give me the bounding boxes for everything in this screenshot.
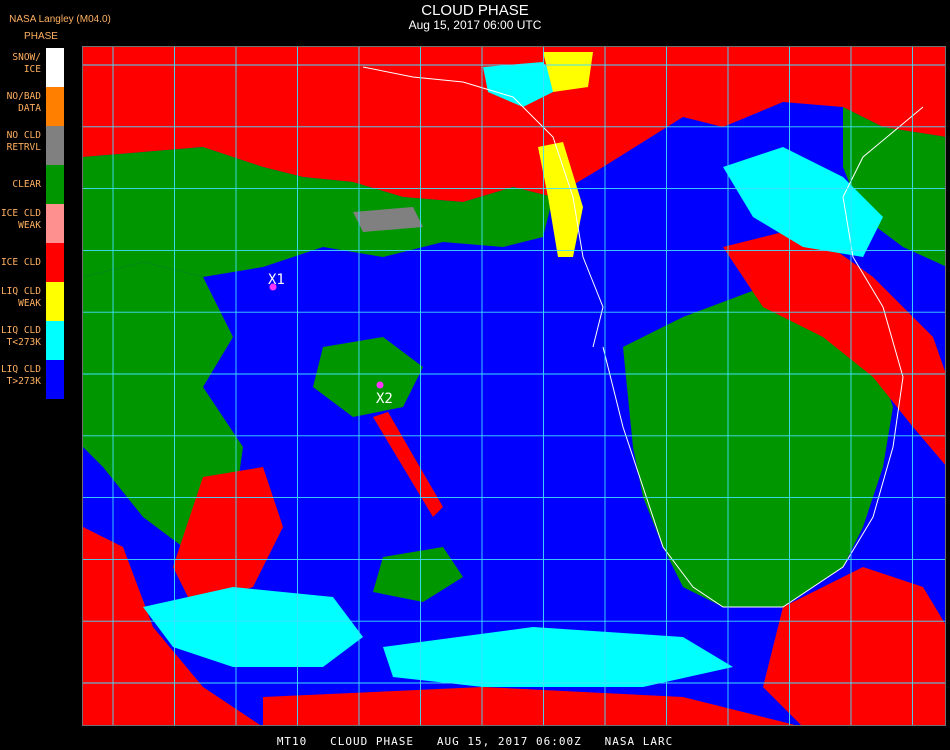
legend-item-no-cloud-retrieval: NO CLD RETRVL xyxy=(0,126,66,165)
legend-item-snow-ice: SNOW/ ICE xyxy=(0,48,66,87)
legend-swatch xyxy=(46,165,64,204)
marker-x2-dot xyxy=(376,381,384,389)
legend-label: ICE CLD WEAK xyxy=(0,208,41,231)
legend-item-liquid-cloud-cold: LIQ CLD T<273K xyxy=(0,321,66,360)
legend-swatch xyxy=(46,282,64,321)
marker-x1-label: X1 xyxy=(268,272,285,288)
legend-label: CLEAR xyxy=(12,179,41,190)
legend-label: NO/BAD DATA xyxy=(6,91,41,114)
legend-item-ice-cloud-weak: ICE CLD WEAK xyxy=(0,204,66,243)
marker-x1[interactable]: X1 xyxy=(268,272,285,291)
map-subtitle: Aug 15, 2017 06:00 UTC xyxy=(408,18,542,32)
legend-label: ICE CLD xyxy=(0,257,41,268)
legend-label: LIQ CLD WEAK xyxy=(0,286,41,309)
legend-swatch xyxy=(46,321,64,360)
legend-swatch xyxy=(46,360,64,399)
legend-item-liquid-cloud-warm: LIQ CLD T>273K xyxy=(0,360,66,399)
marker-x2-label: X2 xyxy=(376,391,393,407)
legend-swatch xyxy=(46,87,64,126)
legend-label: LIQ CLD T>273K xyxy=(0,364,41,387)
map-canvas: X1 X2 xyxy=(83,47,945,725)
legend-title: PHASE xyxy=(24,31,58,42)
legend-label: SNOW/ ICE xyxy=(12,52,41,75)
legend-item-ice-cloud: ICE CLD xyxy=(0,243,66,282)
source-label: NASA Langley (M04.0) xyxy=(9,14,111,25)
legend-item-no-bad-data: NO/BAD DATA xyxy=(0,87,66,126)
legend-item-clear: CLEAR xyxy=(0,165,66,204)
legend-swatch xyxy=(46,48,64,87)
cloud-phase-map[interactable]: X1 X2 xyxy=(82,46,946,726)
legend-swatch xyxy=(46,126,64,165)
footer-caption: MT10 CLOUD PHASE AUG 15, 2017 06:00Z NAS… xyxy=(276,735,674,748)
legend-swatch xyxy=(46,243,64,282)
legend-swatch xyxy=(46,204,64,243)
legend-item-liquid-cloud-weak: LIQ CLD WEAK xyxy=(0,282,66,321)
legend-label: NO CLD RETRVL xyxy=(6,130,41,153)
map-title: CLOUD PHASE xyxy=(421,2,529,19)
legend-label: LIQ CLD T<273K xyxy=(0,325,41,348)
color-legend: SNOW/ ICE NO/BAD DATA NO CLD RETRVL CLEA… xyxy=(0,48,66,400)
